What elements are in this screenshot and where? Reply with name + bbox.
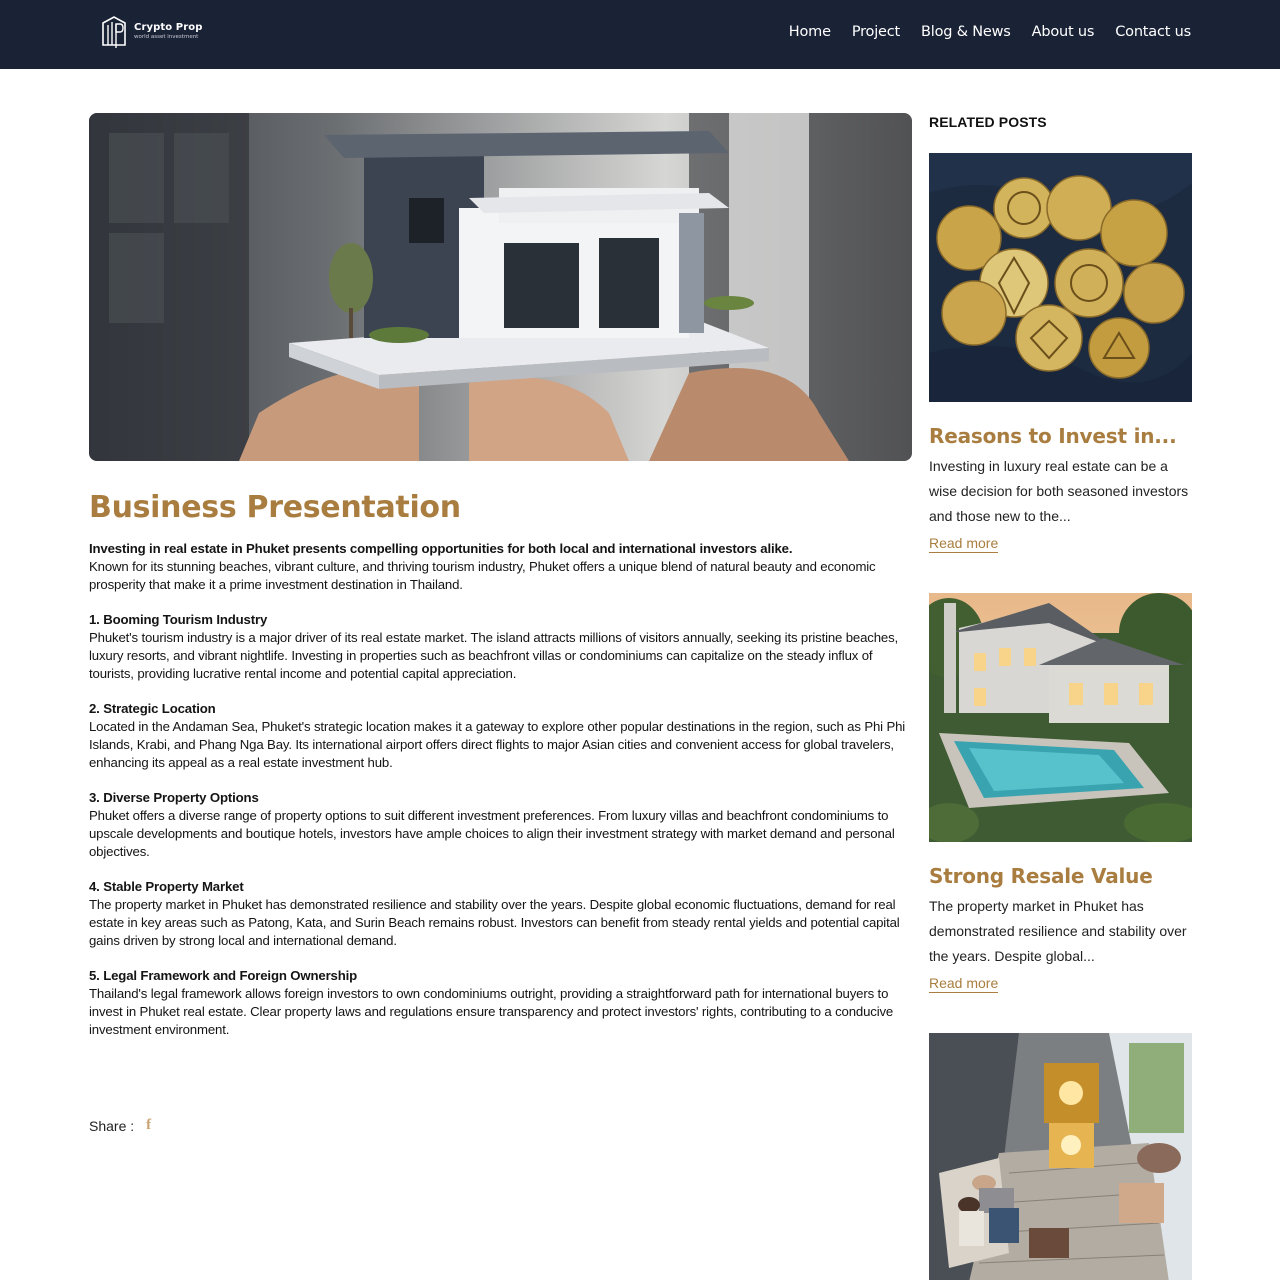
related-post-image[interactable]: [929, 593, 1192, 842]
share-bar: Share : f: [89, 1117, 151, 1134]
nav-about-us[interactable]: About us: [1032, 24, 1095, 40]
logo[interactable]: Crypto Prop world asset investment: [100, 15, 202, 49]
crypto-coins-photo: [929, 153, 1192, 402]
related-post-card[interactable]: [929, 1033, 1192, 1280]
related-post-card[interactable]: Reasons to Invest in... Investing in lux…: [929, 153, 1192, 553]
related-posts-heading: RELATED POSTS: [929, 114, 1047, 130]
facebook-icon[interactable]: f: [146, 1117, 151, 1134]
villa-pool-photo: [929, 593, 1192, 842]
section-body: Phuket offers a diverse range of propert…: [89, 807, 895, 859]
nav-project[interactable]: Project: [852, 24, 900, 40]
article-section: 3. Diverse Property Options Phuket offer…: [89, 789, 912, 860]
related-post-excerpt: The property market in Phuket has demons…: [929, 898, 1187, 964]
logo-tagline: world asset investment: [134, 34, 199, 41]
article-section: 1. Booming Tourism Industry Phuket's tou…: [89, 611, 912, 682]
logo-icon: [102, 16, 126, 48]
related-post-image[interactable]: [929, 153, 1192, 402]
section-body: The property market in Phuket has demons…: [89, 896, 900, 948]
site-header: Crypto Prop world asset investment Home …: [0, 0, 1280, 69]
share-label: Share :: [89, 1117, 135, 1134]
read-more-link[interactable]: Read more: [929, 535, 999, 553]
article-intro: Known for its stunning beaches, vibrant …: [89, 558, 876, 592]
related-post-title[interactable]: Reasons to Invest in...: [929, 424, 1192, 448]
section-heading: 3. Diverse Property Options: [89, 790, 259, 806]
logo-name: Crypto Prop: [134, 22, 203, 34]
interior-family-photo: [929, 1033, 1192, 1280]
related-post-card[interactable]: Strong Resale Value The property market …: [929, 593, 1192, 993]
section-heading: 5. Legal Framework and Foreign Ownership: [89, 968, 358, 984]
article-lead: Investing in real estate in Phuket prese…: [89, 541, 793, 556]
related-post-image[interactable]: [929, 1033, 1192, 1280]
main-nav: Home Project Blog & News About us Contac…: [789, 24, 1191, 40]
section-heading: 2. Strategic Location: [89, 701, 216, 717]
related-post-title[interactable]: Strong Resale Value: [929, 864, 1192, 888]
section-body: Located in the Andaman Sea, Phuket's str…: [89, 718, 906, 770]
post-title: Business Presentation: [89, 490, 461, 525]
section-heading: 1. Booming Tourism Industry: [89, 612, 268, 628]
article-section: 2. Strategic Location Located in the And…: [89, 700, 912, 771]
section-body: Phuket's tourism industry is a major dri…: [89, 629, 899, 681]
article-section: 4. Stable Property Market The property m…: [89, 878, 912, 949]
nav-contact-us[interactable]: Contact us: [1115, 24, 1191, 40]
nav-blog-news[interactable]: Blog & News: [921, 24, 1011, 40]
read-more-link[interactable]: Read more: [929, 975, 999, 993]
article-section: 5. Legal Framework and Foreign Ownership…: [89, 967, 912, 1038]
nav-home[interactable]: Home: [789, 24, 831, 40]
article-body: Investing in real estate in Phuket prese…: [89, 540, 912, 1038]
house-model-photo: [89, 113, 912, 461]
related-post-excerpt: Investing in luxury real estate can be a…: [929, 458, 1189, 524]
section-heading: 4. Stable Property Market: [89, 879, 244, 895]
hero-image: [89, 113, 912, 461]
section-body: Thailand's legal framework allows foreig…: [89, 985, 894, 1037]
